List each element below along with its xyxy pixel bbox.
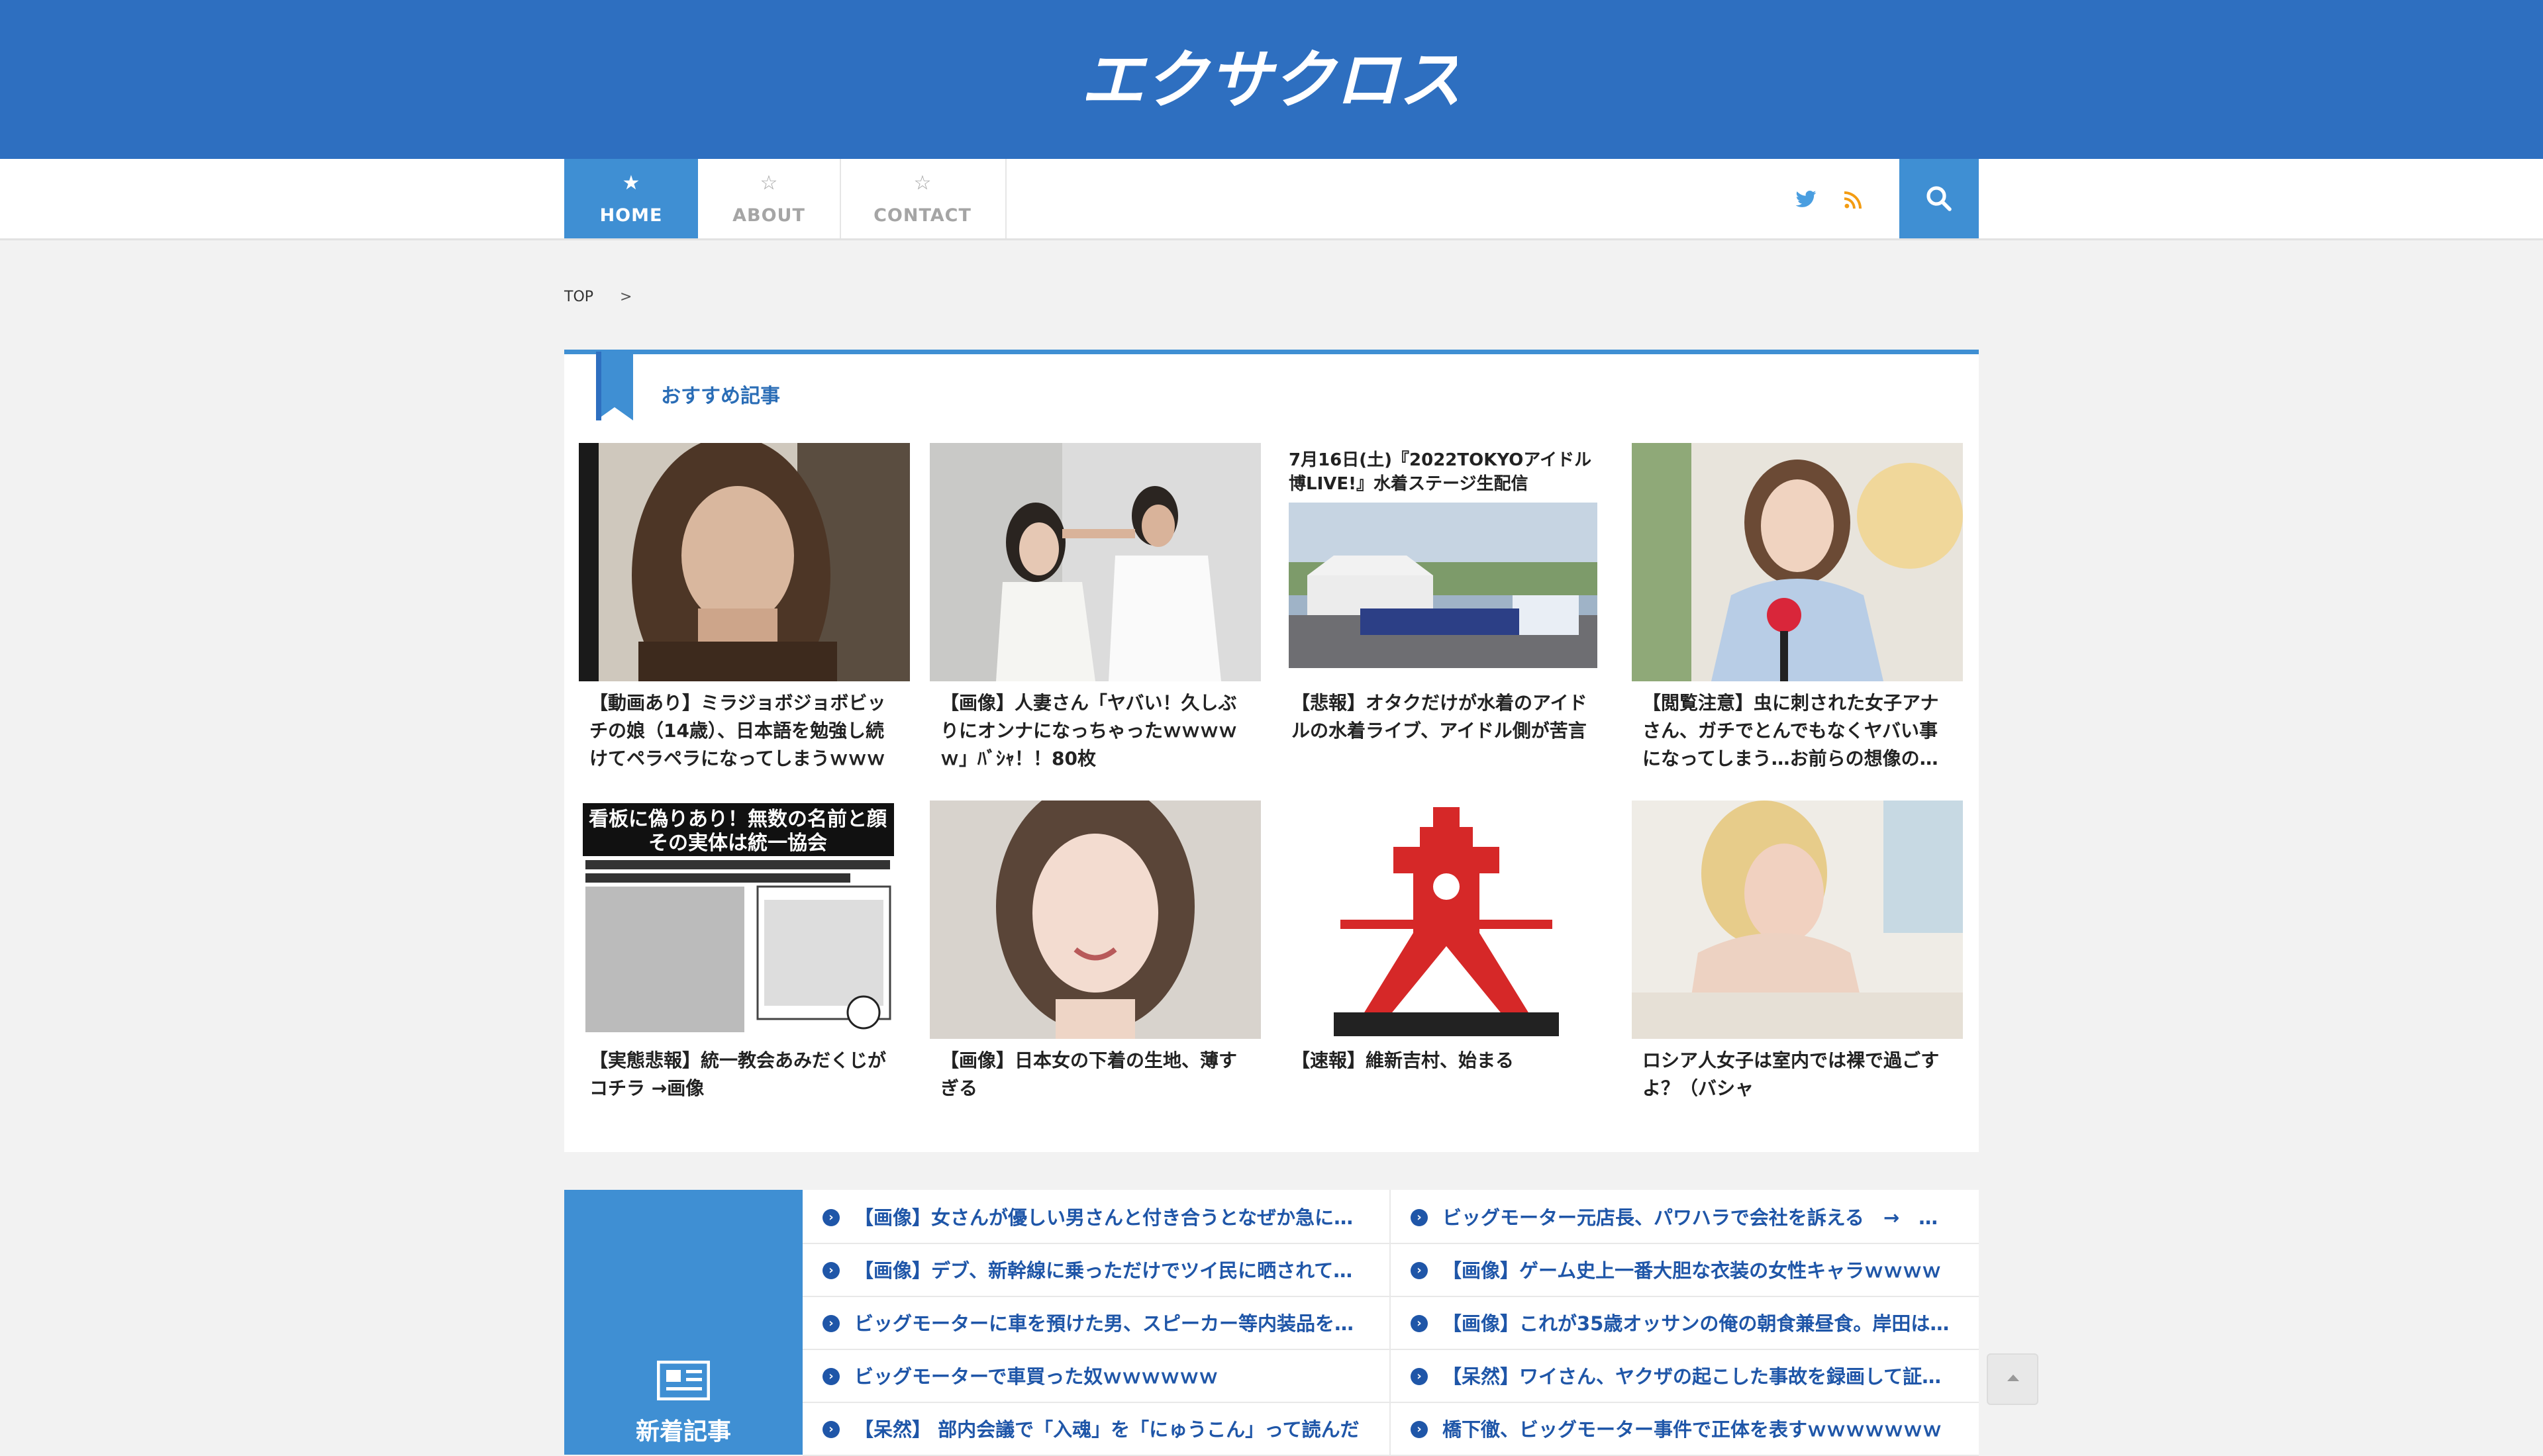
nav-contact-label: CONTACT: [873, 205, 972, 226]
svg-text:博LIVE!』水着ステージ生配信: 博LIVE!』水着ステージ生配信: [1289, 473, 1528, 494]
recommended-section: おすすめ記事 【動画あり】ミラジョボジョボビッチの娘（14歳）、日本語を勉強し続…: [564, 350, 1979, 1152]
list-item[interactable]: › 【画像】女さんが優しい男さんと付き合うとなぜか急にイライラし始める理由: [803, 1190, 1391, 1244]
site-logo[interactable]: エクサクロス: [1081, 41, 1462, 121]
list-item-title[interactable]: 橋下徹、ビッグモーター事件で正体を表すｗｗｗｗｗｗｗ: [1442, 1403, 1942, 1455]
article-thumbnail[interactable]: [930, 801, 1261, 1039]
chevron-right-icon: ›: [1411, 1421, 1428, 1438]
list-item[interactable]: › ビッグモーターに車を預けた男、スピーカー等内装品を全部抜かれる: [803, 1296, 1391, 1350]
list-item[interactable]: › 【画像】これが35歳オッサンの俺の朝食兼昼食。岸田はこれでいい: [1391, 1296, 1979, 1350]
list-item-title[interactable]: ビッグモーターで車買った奴ｗｗｗｗｗｗ: [854, 1350, 1218, 1402]
chevron-right-icon: ›: [823, 1421, 840, 1438]
article-thumbnail[interactable]: [930, 443, 1261, 681]
article-thumbnail[interactable]: 7月16日(土)『2022TOKYOアイドル 博LIVE!』水着ステージ生配信: [1281, 443, 1612, 681]
nav-home-label: HOME: [599, 205, 663, 226]
twitter-icon[interactable]: [1795, 159, 1817, 238]
article-title[interactable]: 【悲報】オタクだけが水着のアイドルの水着ライブ、アイドル側が苦言: [1291, 689, 1603, 745]
back-to-top-button[interactable]: [1987, 1353, 2038, 1405]
chevron-right-icon: ›: [823, 1209, 840, 1226]
list-item[interactable]: › 【呆然】 部内会議で「入魂」を「にゅうこん」って読んだ: [803, 1402, 1391, 1456]
new-articles-tab: 新着記事: [564, 1190, 803, 1455]
breadcrumb: TOP >: [564, 289, 632, 305]
list-item-title[interactable]: 【画像】女さんが優しい男さんと付き合うとなぜか急にイライラし始める理由: [854, 1191, 1364, 1243]
search-button[interactable]: [1899, 159, 1979, 238]
arrow-up-icon: [2007, 1375, 2019, 1381]
article-title[interactable]: 【閲覧注意】虫に刺された女子アナさん、ガチでとんでもなくヤバい事になってしまう……: [1642, 689, 1954, 773]
list-item[interactable]: › ビッグモーターで車買った奴ｗｗｗｗｗｗ: [803, 1349, 1391, 1403]
article-title[interactable]: 【画像】人妻さん「ヤバい！久しぶりにオンナになっちゃったｗｗｗｗｗ」ﾊﾞｼｬ！！…: [940, 689, 1252, 773]
list-item-title[interactable]: 【画像】デブ、新幹線に乗っただけでツイ民に晒されてしまう: [854, 1244, 1364, 1296]
list-item-title[interactable]: 【画像】ゲーム史上一番大胆な衣装の女性キャラｗｗｗｗ: [1442, 1244, 1941, 1296]
breadcrumb-top[interactable]: TOP: [564, 289, 593, 305]
list-item[interactable]: › 【画像】デブ、新幹線に乗っただけでツイ民に晒されてしまう: [803, 1243, 1391, 1297]
svg-text:その実体は統一協会: その実体は統一協会: [648, 832, 827, 855]
chevron-right-icon: ›: [1411, 1368, 1428, 1385]
chevron-right-icon: ›: [823, 1315, 840, 1332]
article-title[interactable]: 【実態悲報】統一教会あみだくじがコチラ →画像: [589, 1047, 901, 1102]
site-header: エクサクロス: [0, 0, 2543, 159]
list-item[interactable]: › ビッグモーター元店長、パワハラで会社を訴える → 直後に: [1391, 1190, 1979, 1244]
recommended-heading: おすすめ記事: [661, 385, 780, 408]
list-item[interactable]: › 【呆然】ワイさん、ヤクザの起こした事故を録画して証拠として提出: [1391, 1349, 1979, 1403]
nav-about-label: ABOUT: [732, 205, 805, 226]
list-item-title[interactable]: ビッグモーター元店長、パワハラで会社を訴える → 直後に: [1442, 1191, 1952, 1243]
chevron-right-icon: ›: [1411, 1209, 1428, 1226]
logo-text: エクサクロス: [1086, 43, 1457, 117]
thumb-caption: 7月16日(土)『2022TOKYOアイドル: [1289, 450, 1591, 470]
list-item-title[interactable]: ビッグモーターに車を預けた男、スピーカー等内装品を全部抜かれる: [854, 1297, 1364, 1349]
new-articles-label: 新着記事: [635, 1418, 731, 1445]
chevron-right-icon: ›: [823, 1368, 840, 1385]
newspaper-icon: [657, 1361, 710, 1400]
search-icon: [1926, 186, 1952, 211]
new-articles-list: › 【画像】女さんが優しい男さんと付き合うとなぜか急にイライラし始める理由 › 【画…: [803, 1190, 1979, 1456]
main-nav: ★ HOME ☆ ABOUT ☆ CONTACT: [0, 159, 2543, 240]
rss-icon[interactable]: [1844, 159, 1862, 238]
article-title[interactable]: 【速報】維新吉村、始まる: [1291, 1047, 1603, 1075]
bookmark-icon: [596, 352, 633, 420]
article-thumbnail[interactable]: [1281, 801, 1612, 1039]
list-item[interactable]: › 橋下徹、ビッグモーター事件で正体を表すｗｗｗｗｗｗｗ: [1391, 1402, 1979, 1456]
list-item[interactable]: › 【画像】ゲーム史上一番大胆な衣装の女性キャラｗｗｗｗ: [1391, 1243, 1979, 1297]
list-item-title[interactable]: 【呆然】 部内会議で「入魂」を「にゅうこん」って読んだ: [854, 1403, 1360, 1455]
list-item-title[interactable]: 【呆然】ワイさん、ヤクザの起こした事故を録画して証拠として提出: [1442, 1350, 1952, 1402]
breadcrumb-separator: >: [620, 289, 632, 305]
nav-home[interactable]: ★ HOME: [564, 159, 698, 238]
star-outline-icon: ☆: [760, 171, 778, 195]
chevron-right-icon: ›: [1411, 1315, 1428, 1332]
article-thumbnail[interactable]: [1632, 801, 1963, 1039]
article-thumbnail[interactable]: [1632, 443, 1963, 681]
list-item-title[interactable]: 【画像】これが35歳オッサンの俺の朝食兼昼食。岸田はこれでいい: [1442, 1297, 1952, 1349]
article-title[interactable]: ロシア人女子は室内では裸で過ごすよ？（バシャ: [1642, 1047, 1954, 1102]
star-outline-icon: ☆: [913, 171, 932, 195]
article-title[interactable]: 【画像】日本女の下着の生地、薄すぎる: [940, 1047, 1252, 1102]
nav-about[interactable]: ☆ ABOUT: [698, 159, 841, 238]
chevron-right-icon: ›: [823, 1262, 840, 1279]
nav-contact[interactable]: ☆ CONTACT: [840, 159, 1007, 238]
article-thumbnail[interactable]: [579, 443, 910, 681]
thumb-caption: 看板に偽りあり！無数の名前と顔: [589, 808, 887, 831]
article-thumbnail[interactable]: 看板に偽りあり！無数の名前と顔 その実体は統一協会: [579, 801, 910, 1039]
star-icon: ★: [622, 171, 640, 195]
chevron-right-icon: ›: [1411, 1262, 1428, 1279]
article-title[interactable]: 【動画あり】ミラジョボジョボビッチの娘（14歳）、日本語を勉強し続けてペラペラに…: [589, 689, 901, 773]
